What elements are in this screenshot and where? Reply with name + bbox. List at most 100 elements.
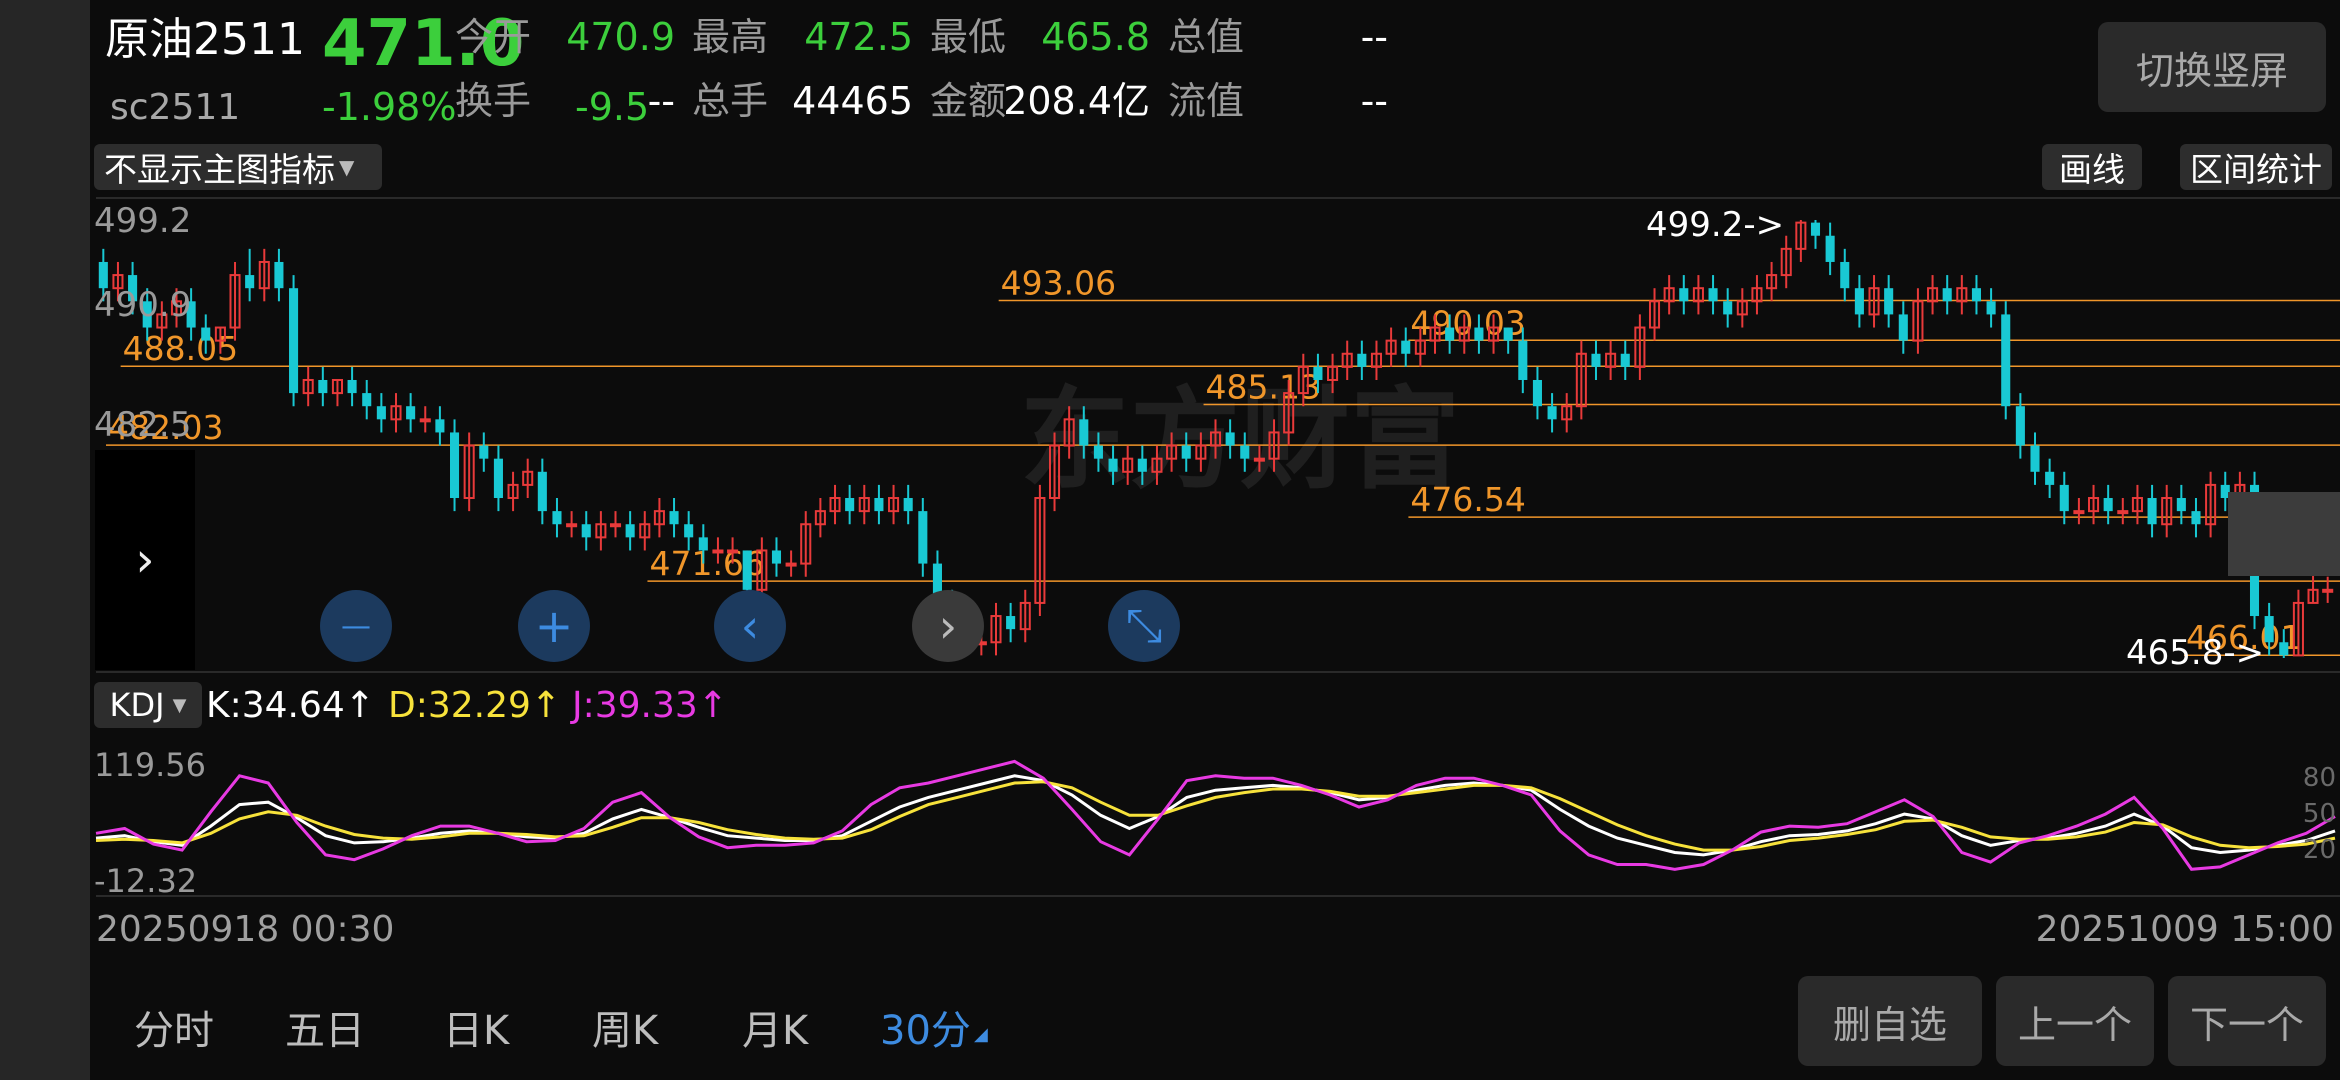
date-end: 20251009 15:00 xyxy=(2035,909,2334,950)
quote-field-value: -- xyxy=(1360,15,1388,59)
candle xyxy=(142,288,152,341)
candle xyxy=(1679,275,1689,315)
level-label: 493.06 xyxy=(1001,264,1116,303)
instrument-name: 原油2511 xyxy=(105,14,305,65)
dropdown-caret-icon: ▼ xyxy=(172,694,187,716)
chevron-right-icon: › xyxy=(135,532,155,588)
candle xyxy=(245,248,255,302)
quote-field-label: 总值 xyxy=(1168,15,1245,59)
candle xyxy=(1151,445,1163,485)
candle xyxy=(1561,393,1573,433)
candle xyxy=(156,301,168,341)
candle xyxy=(712,537,724,564)
candle xyxy=(1942,275,1952,315)
candle xyxy=(274,248,284,302)
candle xyxy=(2131,484,2143,525)
candle xyxy=(1488,314,1500,354)
candle xyxy=(406,393,416,433)
candle xyxy=(2103,484,2113,525)
candle xyxy=(2073,498,2085,525)
candle xyxy=(2088,484,2100,525)
chevron-right-icon: › xyxy=(938,599,958,653)
main-indicator-dropdown[interactable]: 不显示主图指标 ▼ xyxy=(94,144,382,190)
candle xyxy=(537,458,547,525)
range-stats-button[interactable]: 区间统计 xyxy=(2180,144,2332,190)
candle xyxy=(684,511,694,551)
candle xyxy=(566,511,578,538)
kdj-right-tick: 80 xyxy=(2303,763,2336,793)
candle xyxy=(2292,589,2304,657)
candle xyxy=(1898,301,1908,354)
candle xyxy=(258,248,270,302)
candle xyxy=(800,511,812,577)
candle xyxy=(2205,471,2217,538)
candle xyxy=(1532,366,1542,420)
chevron-right-button[interactable]: › xyxy=(912,590,984,662)
candle xyxy=(552,498,562,538)
candle xyxy=(435,406,445,446)
candle xyxy=(1884,275,1894,328)
sub-indicator-label: KDJ xyxy=(109,686,165,724)
candle xyxy=(814,498,826,538)
collapse-button[interactable]: ⤡ xyxy=(1108,590,1180,662)
candle xyxy=(1503,327,1513,354)
minus-button[interactable]: — xyxy=(320,590,392,662)
candle xyxy=(1429,314,1441,354)
change-value: -9.5 xyxy=(575,85,650,129)
candle xyxy=(493,445,503,512)
tab-1[interactable]: 五日 xyxy=(285,998,365,1056)
next-button[interactable]: 下一个 xyxy=(2168,976,2326,1066)
kdj-j-value: J:39.33↑ xyxy=(572,685,728,726)
candle xyxy=(1093,432,1103,472)
tab-5[interactable]: 30分 xyxy=(880,998,971,1056)
level-label: 490.03 xyxy=(1410,303,1525,342)
high-marker: 499.2-> xyxy=(1646,205,1784,245)
dropdown-caret-icon: ▼ xyxy=(339,155,355,179)
main-indicator-label: 不显示主图指标 xyxy=(104,150,335,189)
kdj-line-j xyxy=(95,759,2336,871)
candle xyxy=(1385,327,1397,367)
tab-4[interactable]: 月K xyxy=(742,998,808,1056)
candle xyxy=(1006,602,1016,643)
remove-watchlist-button[interactable]: 删自选 xyxy=(1798,976,1982,1066)
candle xyxy=(2117,498,2129,525)
candle xyxy=(390,393,402,433)
previous-button[interactable]: 上一个 xyxy=(1996,976,2154,1066)
candle xyxy=(1810,220,1821,249)
candle xyxy=(858,484,870,525)
candle xyxy=(2059,471,2069,525)
tab-2[interactable]: 日K xyxy=(443,998,509,1056)
quote-field-value: 44465 xyxy=(792,79,913,123)
candle xyxy=(1445,314,1455,354)
candle xyxy=(1986,288,1996,328)
tab-3[interactable]: 周K xyxy=(592,998,658,1056)
plus-button[interactable]: + xyxy=(518,590,590,662)
chevron-left-button[interactable]: ‹ xyxy=(714,590,786,662)
chevron-left-icon: ‹ xyxy=(740,599,760,653)
quote-field-value: 208.4亿 xyxy=(1003,79,1150,123)
tab-active-indicator-icon: ◢ xyxy=(974,1024,988,1045)
candle xyxy=(1854,275,1864,328)
y-axis-tick: 482.5 xyxy=(94,405,191,445)
candle xyxy=(1357,340,1367,380)
candle xyxy=(990,602,1002,656)
candle xyxy=(449,419,460,512)
quote-field-label: 总手 xyxy=(692,79,769,123)
level-label: 488.05 xyxy=(123,329,238,368)
quote-field-label: 流值 xyxy=(1168,79,1245,123)
kdj-line-d xyxy=(95,780,2336,852)
crosshair-highlight xyxy=(2228,492,2340,576)
candle xyxy=(653,498,665,538)
left-rail xyxy=(0,0,90,1080)
candle xyxy=(1591,340,1601,380)
candle xyxy=(1209,419,1222,459)
draw-line-button[interactable]: 画线 xyxy=(2042,144,2142,190)
tab-0[interactable]: 分时 xyxy=(134,998,214,1056)
sub-indicator-dropdown[interactable]: KDJ ▼ xyxy=(94,682,202,728)
candle xyxy=(2176,484,2186,525)
candle xyxy=(2264,602,2274,656)
candle xyxy=(1181,432,1191,472)
switch-portrait-button[interactable]: 切换竖屏 xyxy=(2098,22,2326,112)
candle xyxy=(1458,314,1470,354)
left-collapse-handle[interactable]: › xyxy=(95,450,195,670)
